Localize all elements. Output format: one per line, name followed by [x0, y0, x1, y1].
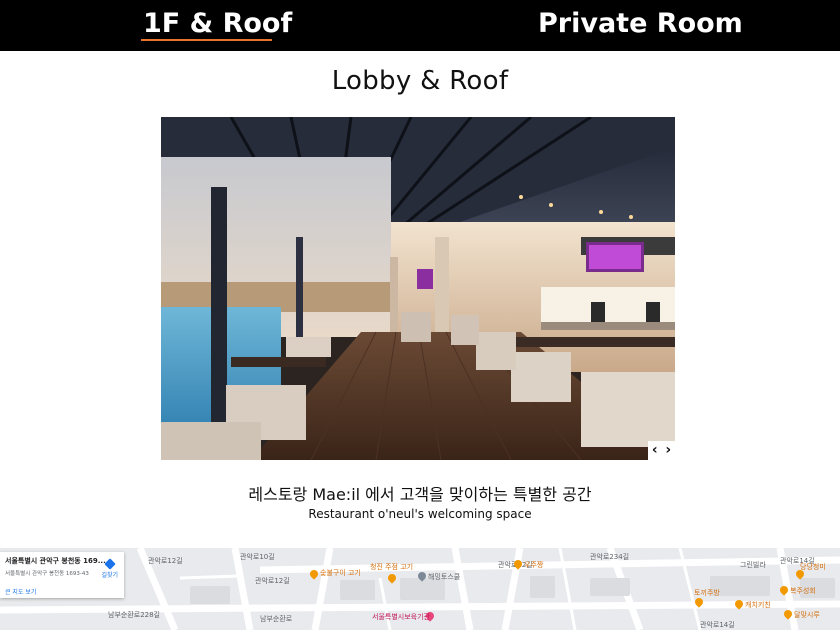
directions-button[interactable]: 길찾기	[101, 558, 118, 579]
chevron-left-icon[interactable]: ‹	[652, 441, 658, 460]
caption-english: Restaurant o'neul's welcoming space	[308, 507, 532, 521]
map-poi[interactable]: 우주짱	[524, 560, 543, 570]
map-poi[interactable]: 청진 주점 고기	[370, 562, 413, 572]
map-poi[interactable]: 해밍토스쿨	[428, 572, 460, 582]
chevron-right-icon[interactable]: ›	[665, 441, 671, 460]
map-poi[interactable]: 당당청미	[800, 562, 826, 572]
street-label: 남부순환로	[260, 615, 293, 623]
map-poi[interactable]: 달맞시루	[794, 610, 820, 620]
map-info-card: 서울특별시 관악구 봉천동 169... 서울특별시 관악구 봉천동 1693-…	[0, 552, 124, 598]
map-poi[interactable]: 복주성회	[790, 586, 816, 596]
map-poi[interactable]: 서울특별시보육기관	[372, 612, 430, 622]
directions-label: 길찾기	[101, 572, 118, 579]
street-label: 관악로12길	[255, 577, 290, 585]
tab-1f-roof[interactable]: 1F & Roof	[143, 6, 292, 42]
map-poi[interactable]: 그린빌라	[740, 560, 766, 570]
directions-icon	[104, 558, 116, 570]
map-poi[interactable]: 토끼주방	[694, 588, 720, 598]
section-title: Lobby & Roof	[331, 66, 509, 96]
map-poi[interactable]: 숯불구이 고기	[320, 568, 361, 578]
location-map[interactable]: 관악로12길 관악로10길 관악로12길 관악로12길 관악로234길 남부순환…	[0, 548, 840, 630]
top-navigation: 1F & Roof Private Room	[0, 0, 840, 51]
gallery-photo	[161, 117, 675, 460]
street-label: 관악로10길	[240, 553, 275, 561]
street-label: 관악로234길	[590, 553, 630, 561]
street-label: 관악로14길	[700, 621, 735, 629]
tab-private-room[interactable]: Private Room	[538, 6, 743, 42]
caption-korean: 레스토랑 Mae:il 에서 고객을 맞이하는 특별한 공간	[248, 485, 592, 504]
bigger-map-link[interactable]: 큰 지도 보기	[5, 587, 36, 596]
street-label: 관악로12길	[148, 557, 183, 565]
restaurant-interior-image	[161, 117, 675, 460]
street-label: 남부순환로228길	[108, 611, 161, 619]
gallery-controls: ‹ ›	[648, 441, 675, 460]
active-tab-underline	[141, 39, 272, 41]
map-poi[interactable]: 캐치키친	[745, 600, 771, 610]
